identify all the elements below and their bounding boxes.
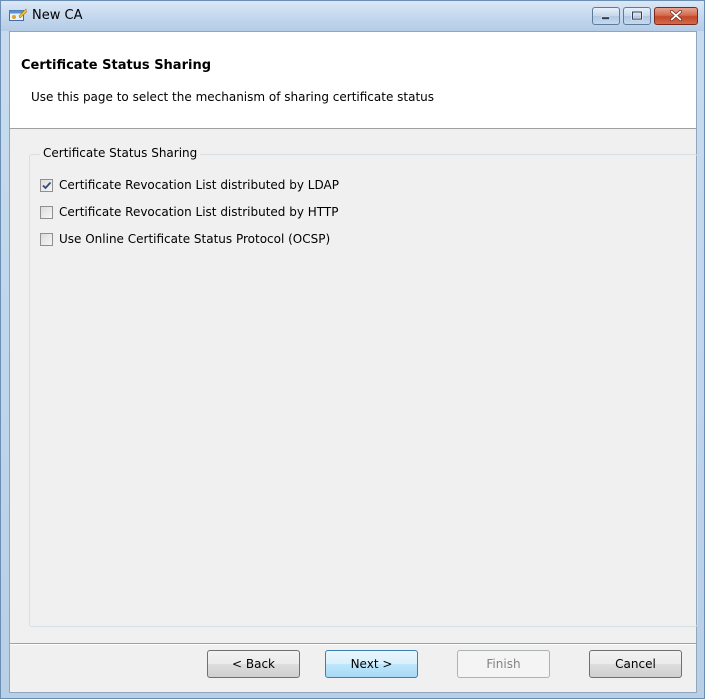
next-button[interactable]: Next > <box>325 650 418 678</box>
footer-separator <box>10 643 696 645</box>
checkbox-ocsp[interactable] <box>40 232 53 246</box>
ocsp-label: Use Online Certificate Status Protocol (… <box>59 232 331 246</box>
ldap-crl-label: Certificate Revocation List distributed … <box>59 178 339 192</box>
wizard-header: Certificate Status Sharing Use this page… <box>10 32 696 129</box>
close-icon <box>670 10 682 22</box>
http-crl-option[interactable]: Certificate Revocation List distributed … <box>40 204 338 220</box>
wizard-body: Certificate Status Sharing Use this page… <box>9 31 698 693</box>
close-button[interactable] <box>654 7 698 25</box>
back-button[interactable]: < Back <box>207 650 300 678</box>
finish-button[interactable]: Finish <box>457 650 550 678</box>
page-title: Certificate Status Sharing <box>21 58 212 73</box>
group-label: Certificate Status Sharing <box>40 146 201 160</box>
title-bar[interactable]: New CA <box>1 1 704 31</box>
ocsp-option[interactable]: Use Online Certificate Status Protocol (… <box>40 231 330 247</box>
dialog-window: New CA Certificate Status Sharing Use th… <box>0 0 705 699</box>
certificate-wizard-icon <box>9 8 27 23</box>
minimize-button[interactable] <box>592 7 620 25</box>
maximize-button[interactable] <box>623 7 651 25</box>
ldap-crl-option[interactable]: Certificate Revocation List distributed … <box>40 177 339 193</box>
window-title: New CA <box>32 8 83 23</box>
minimize-icon <box>601 16 610 20</box>
http-crl-label: Certificate Revocation List distributed … <box>59 205 339 219</box>
maximize-icon <box>631 10 643 21</box>
checkmark-icon <box>42 181 52 189</box>
page-description: Use this page to select the mechanism of… <box>31 90 435 104</box>
cancel-button[interactable]: Cancel <box>589 650 682 678</box>
checkbox-http[interactable] <box>40 205 53 219</box>
checkbox-ldap[interactable] <box>40 178 53 192</box>
status-sharing-group: Certificate Status Sharing Certificate R… <box>29 146 698 627</box>
